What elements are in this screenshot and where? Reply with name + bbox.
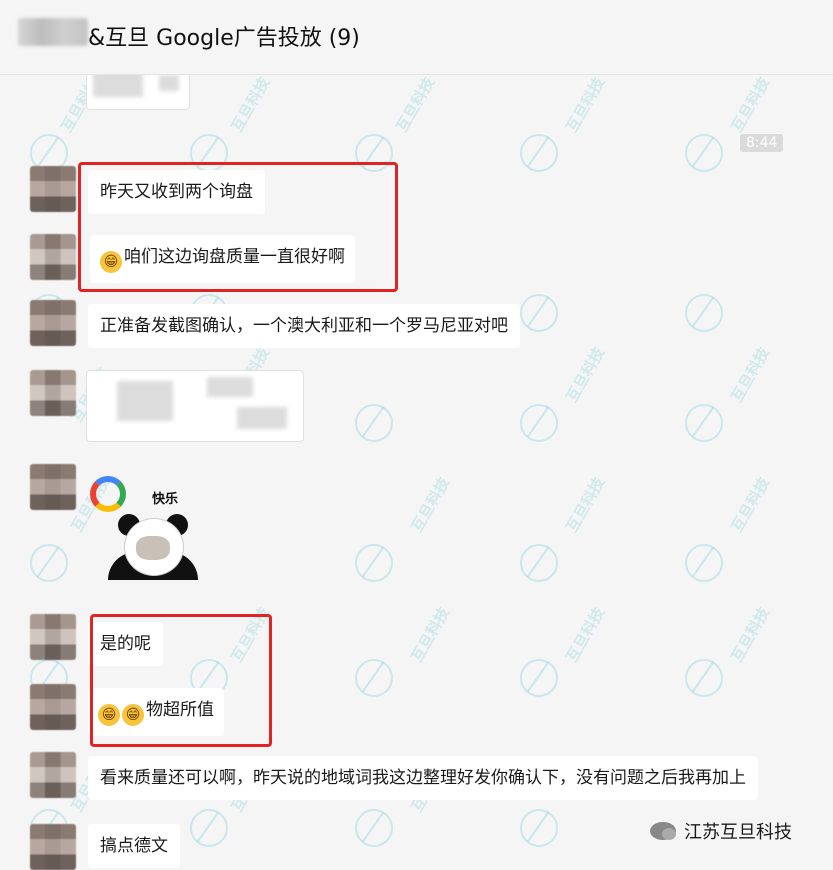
- message-bubble[interactable]: 看来质量还可以啊，昨天说的地域词我这边整理好发你确认下，没有问题之后我再加上: [88, 756, 758, 800]
- brand-watermark: 江苏互旦科技: [650, 818, 792, 844]
- sticker-text: 快乐: [152, 492, 179, 507]
- avatar[interactable]: [30, 824, 76, 870]
- blurred-title-prefix: [18, 18, 88, 46]
- avatar[interactable]: [30, 752, 76, 798]
- message-text: 看来质量还可以啊，昨天说的地域词我这边整理好发你确认下，没有问题之后我再加上: [100, 768, 746, 788]
- panda-meme-icon: [108, 514, 198, 580]
- avatar[interactable]: [30, 234, 76, 280]
- message-text: 正准备发截图确认，一个澳大利亚和一个罗马尼亚对吧: [100, 316, 508, 336]
- google-logo-icon: [90, 476, 126, 512]
- avatar[interactable]: [30, 370, 76, 416]
- blurred-image-message[interactable]: [86, 370, 304, 442]
- message-text: 搞点德文: [100, 836, 168, 856]
- avatar[interactable]: [30, 464, 76, 510]
- chat-header: &互旦 Google广告投放 (9): [0, 0, 833, 75]
- message-bubble[interactable]: 搞点德文: [88, 824, 180, 868]
- message-bubble[interactable]: 正准备发截图确认，一个澳大利亚和一个罗马尼亚对吧: [88, 304, 520, 348]
- avatar[interactable]: [30, 684, 76, 730]
- message-timestamp: 8:44: [740, 134, 784, 152]
- avatar[interactable]: [30, 166, 76, 212]
- avatar[interactable]: [30, 614, 76, 660]
- highlight-box: [78, 162, 398, 292]
- chat-messages[interactable]: 8:44 昨天又收到两个询盘 😁 咱们这边询盘质量一直很好啊 正准备发截图确认，一…: [0, 66, 833, 870]
- sticker-message[interactable]: 快乐: [90, 474, 210, 584]
- highlight-box: [90, 614, 272, 747]
- brand-text: 江苏互旦科技: [684, 822, 792, 843]
- avatar[interactable]: [30, 300, 76, 346]
- wechat-icon: [650, 822, 676, 840]
- chat-title: &互旦 Google广告投放 (9): [88, 26, 360, 51]
